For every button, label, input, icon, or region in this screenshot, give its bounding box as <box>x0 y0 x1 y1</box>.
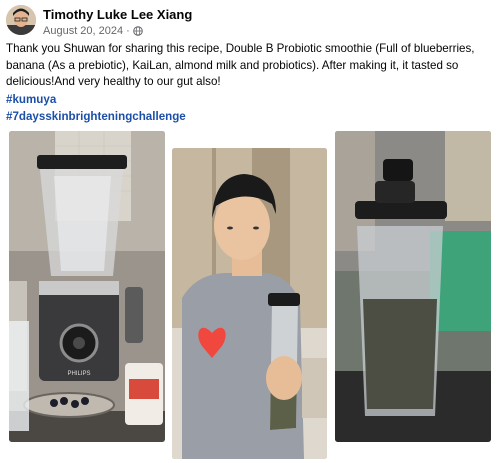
post-header: Timothy Luke Lee Xiang August 20, 2024 · <box>6 4 486 38</box>
blender-photo[interactable]: PHILIPS <box>9 131 165 442</box>
globe-icon <box>133 26 143 36</box>
post-body: Thank you Shuwan for sharing this recipe… <box>6 41 492 91</box>
svg-text:PHILIPS: PHILIPS <box>67 371 90 377</box>
man-holding-bottle-photo[interactable] <box>172 148 327 459</box>
avatar[interactable] <box>6 5 36 35</box>
author-name[interactable]: Timothy Luke Lee Xiang <box>43 7 192 22</box>
post-meta: August 20, 2024 · <box>43 25 143 37</box>
smoothie-bottle-photo[interactable] <box>335 131 491 442</box>
hashtag-kumuya[interactable]: #kumuya <box>6 92 186 109</box>
hashtag-list: #kumuya #7daysskinbrighteningchallenge <box>6 92 186 125</box>
hashtag-7daysskinbrighteningchallenge[interactable]: #7daysskinbrighteningchallenge <box>6 109 186 126</box>
post-text: Thank you Shuwan for sharing this recipe… <box>6 42 475 88</box>
post-date[interactable]: August 20, 2024 · <box>43 25 130 37</box>
